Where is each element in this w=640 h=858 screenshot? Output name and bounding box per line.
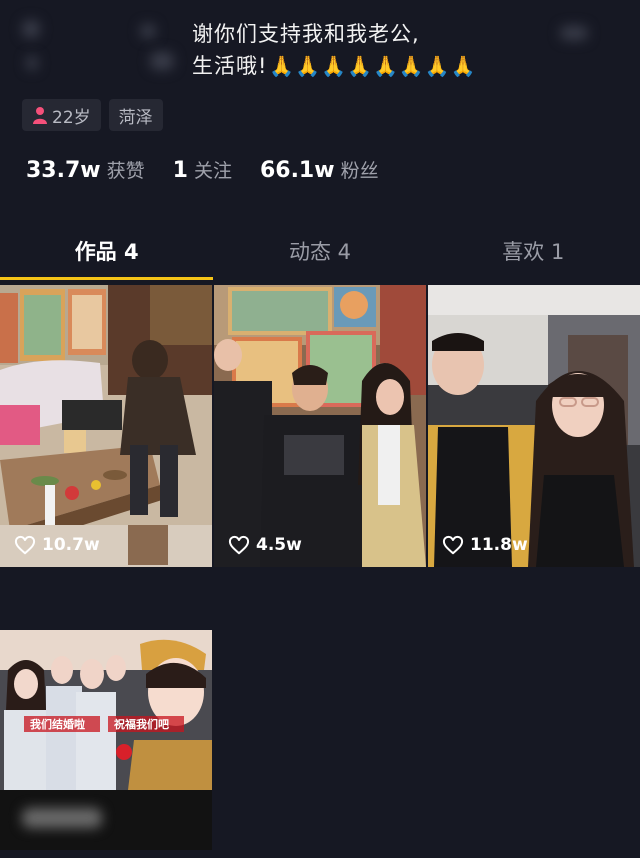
following-stat[interactable]: 1 关注	[173, 156, 232, 183]
fans-stat[interactable]: 66.1w 粉丝	[260, 156, 379, 183]
profile-bio: 谢你们支持我和我老公, 生活哦! 🙏🙏🙏🙏🙏🙏🙏🙏	[0, 0, 640, 90]
video-2-image	[214, 285, 426, 567]
wedding-banner-left: 我们结婚啦	[30, 718, 85, 731]
tab-moments[interactable]: 动态 4	[213, 226, 426, 284]
video-3-likes-count: 11.8w	[470, 535, 528, 555]
profile-tags: 22岁 菏泽	[22, 99, 163, 131]
video-thumbnail-4[interactable]: 我们结婚啦 祝福我们吧	[0, 630, 212, 790]
age-label: 22岁	[52, 107, 91, 128]
age-tag: 22岁	[22, 99, 101, 131]
video-1-likes-count: 10.7w	[42, 535, 100, 555]
likes-label: 获赞	[106, 160, 145, 182]
video-3-likes: 11.8w	[442, 535, 528, 555]
video-thumbnail-2[interactable]: 4.5w	[214, 285, 426, 567]
video-4-image	[0, 630, 212, 790]
tab-works[interactable]: 作品 4	[0, 226, 214, 284]
video-1-image	[0, 285, 212, 567]
fans-count: 66.1w	[259, 158, 335, 183]
video-4-caption-area	[0, 790, 212, 850]
heart-outline-icon	[14, 535, 36, 555]
heart-outline-icon	[228, 535, 250, 555]
video-2-likes-count: 4.5w	[256, 535, 302, 555]
following-label: 关注	[193, 160, 232, 182]
pray-emoji-icon: 🙏🙏🙏🙏🙏🙏🙏🙏	[269, 54, 477, 78]
following-count: 1	[172, 158, 188, 183]
video-2-likes: 4.5w	[228, 535, 302, 555]
wedding-banner-right: 祝福我们吧	[114, 718, 169, 731]
heart-outline-icon	[442, 535, 464, 555]
bio-line-2: 生活哦! 🙏🙏🙏🙏🙏🙏🙏🙏	[192, 54, 477, 78]
video-3-image	[428, 285, 640, 567]
video-thumbnail-3[interactable]: 11.8w	[428, 285, 640, 567]
tab-likes[interactable]: 喜欢 1	[427, 226, 640, 284]
location-tag: 菏泽	[108, 99, 163, 131]
video-1-likes: 10.7w	[14, 535, 100, 555]
likes-count: 33.7w	[26, 158, 101, 183]
video-thumbnail-1[interactable]: 10.7w	[0, 285, 212, 567]
bio-line-1: 谢你们支持我和我老公,	[192, 22, 420, 46]
profile-tabs: 作品 4 动态 4 喜欢 1	[0, 226, 640, 284]
person-icon	[33, 107, 47, 124]
profile-stats: 33.7w 获赞 1 关注 66.1w 粉丝	[26, 156, 407, 183]
fans-label: 粉丝	[340, 160, 379, 182]
likes-stat[interactable]: 33.7w 获赞	[26, 156, 145, 183]
location-label: 菏泽	[118, 107, 153, 128]
